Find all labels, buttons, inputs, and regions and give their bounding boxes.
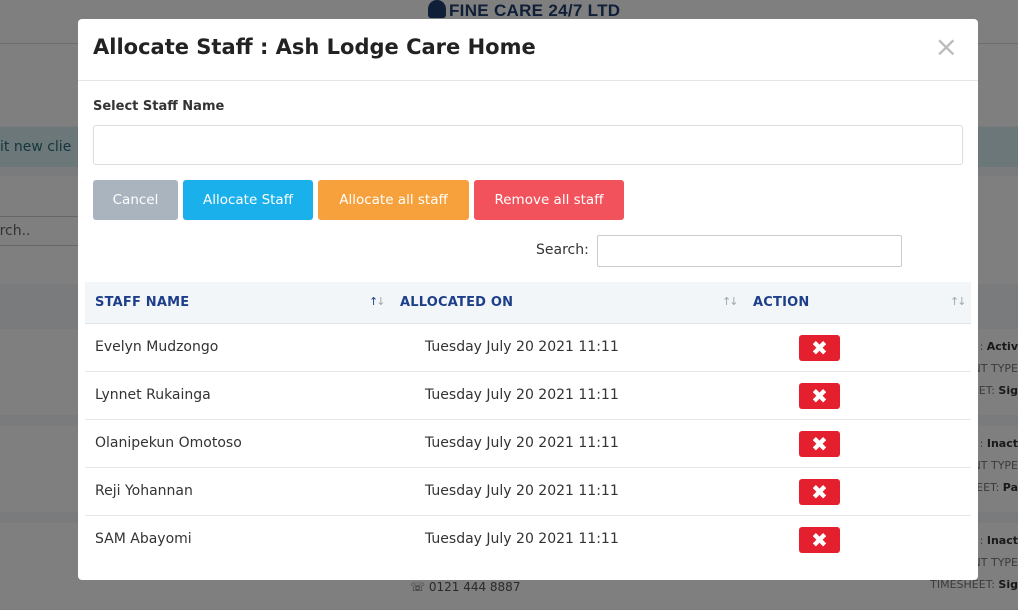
- staff-name-cell: Lynnet Rukainga: [95, 387, 211, 403]
- table-row: SAM Abayomi Tuesday July 20 2021 11:11 ✖: [85, 516, 971, 564]
- sort-icon[interactable]: ↑↓: [369, 295, 386, 308]
- allocate-all-staff-button[interactable]: Allocate all staff: [318, 180, 469, 220]
- remove-staff-button[interactable]: ✖: [799, 335, 840, 361]
- table-row: Lynnet Rukainga Tuesday July 20 2021 11:…: [85, 372, 971, 420]
- close-icon: ✖: [811, 336, 828, 360]
- column-header-allocated-on[interactable]: ALLOCATED ON: [400, 295, 513, 310]
- allocated-staff-table: STAFF NAME ↑↓ ALLOCATED ON ↑↓ ACTION ↑↓ …: [85, 282, 971, 564]
- table-row: Evelyn Mudzongo Tuesday July 20 2021 11:…: [85, 324, 971, 372]
- allocated-on-cell: Tuesday July 20 2021 11:11: [425, 339, 619, 355]
- close-icon: ✖: [811, 528, 828, 552]
- remove-staff-button[interactable]: ✖: [799, 479, 840, 505]
- close-icon: ✖: [811, 432, 828, 456]
- allocate-staff-modal: Allocate Staff : Ash Lodge Care Home × S…: [78, 19, 978, 580]
- sort-icon[interactable]: ↑↓: [722, 295, 739, 308]
- modal-header: Allocate Staff : Ash Lodge Care Home ×: [78, 19, 978, 81]
- search-label: Search:: [536, 242, 589, 258]
- staff-name-cell: Evelyn Mudzongo: [95, 339, 219, 355]
- modal-title: Allocate Staff : Ash Lodge Care Home: [93, 35, 536, 59]
- close-icon[interactable]: ×: [935, 33, 958, 61]
- search-input[interactable]: [597, 235, 902, 267]
- remove-staff-button[interactable]: ✖: [799, 383, 840, 409]
- close-icon: ✖: [811, 384, 828, 408]
- remove-staff-button[interactable]: ✖: [799, 431, 840, 457]
- allocated-on-cell: Tuesday July 20 2021 11:11: [425, 483, 619, 499]
- staff-name-cell: Olanipekun Omotoso: [95, 435, 242, 451]
- allocated-on-cell: Tuesday July 20 2021 11:11: [425, 435, 619, 451]
- allocated-on-cell: Tuesday July 20 2021 11:11: [425, 387, 619, 403]
- table-row: Olanipekun Omotoso Tuesday July 20 2021 …: [85, 420, 971, 468]
- staff-name-select[interactable]: [93, 125, 963, 165]
- table-row: Reji Yohannan Tuesday July 20 2021 11:11…: [85, 468, 971, 516]
- column-header-action[interactable]: ACTION: [753, 295, 809, 310]
- remove-all-staff-button[interactable]: Remove all staff: [474, 180, 624, 220]
- column-header-staff-name[interactable]: STAFF NAME: [95, 295, 189, 310]
- staff-name-cell: SAM Abayomi: [95, 531, 192, 547]
- remove-staff-button[interactable]: ✖: [799, 527, 840, 553]
- allocated-on-cell: Tuesday July 20 2021 11:11: [425, 531, 619, 547]
- close-icon: ✖: [811, 480, 828, 504]
- staff-name-label: Select Staff Name: [93, 99, 225, 114]
- staff-name-cell: Reji Yohannan: [95, 483, 193, 499]
- table-header: STAFF NAME ↑↓ ALLOCATED ON ↑↓ ACTION ↑↓: [85, 282, 971, 324]
- sort-icon[interactable]: ↑↓: [950, 295, 967, 308]
- cancel-button[interactable]: Cancel: [93, 180, 178, 220]
- allocate-staff-button[interactable]: Allocate Staff: [183, 180, 313, 220]
